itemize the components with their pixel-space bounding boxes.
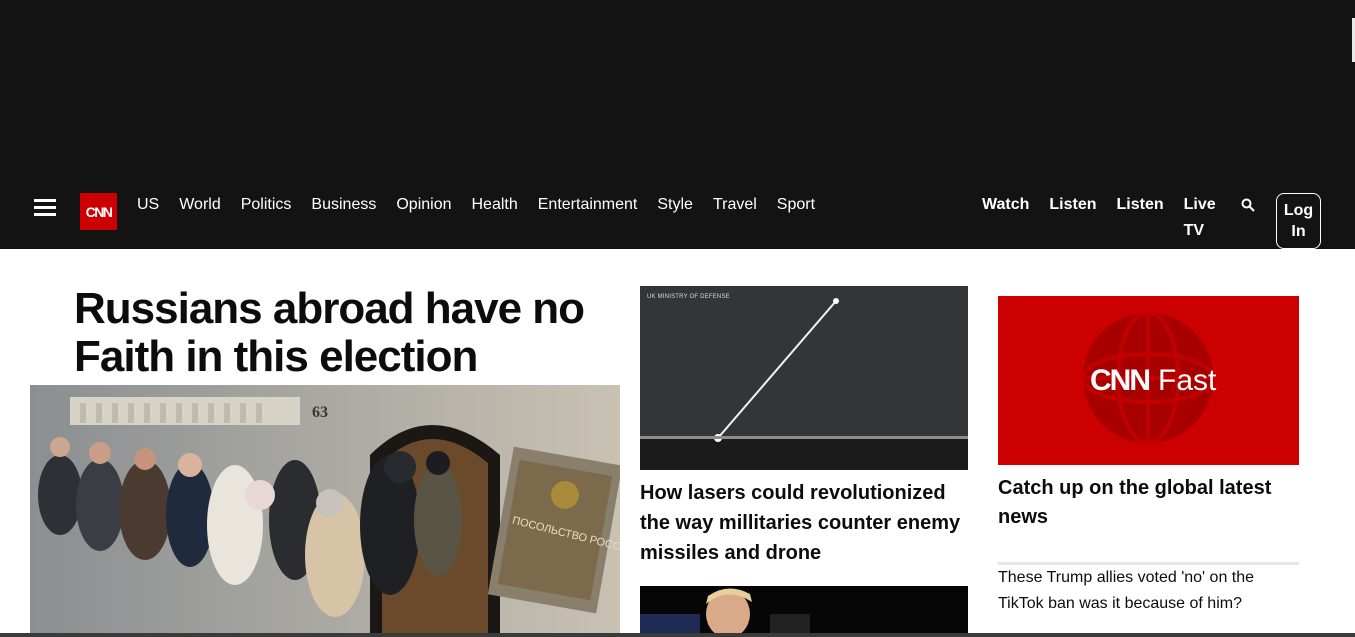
laser-story-title[interactable]: How lasers could revolutionized the way … xyxy=(640,478,968,568)
nav-link-listen[interactable]: Listen xyxy=(1049,195,1096,244)
cnn-fast-title[interactable]: Catch up on the global latest news xyxy=(998,474,1298,532)
logo-text: CNN xyxy=(85,203,113,220)
nav-link-entertainment[interactable]: Entertainment xyxy=(538,195,638,215)
embassy-queue-photo: ПОСОЛЬСТВО РОССИЙСКОЙ ФЕДЕРАЦИИ 63 xyxy=(30,385,620,634)
nav-link-health[interactable]: Health xyxy=(472,195,518,215)
trump-photo xyxy=(640,586,968,637)
nav-link-travel[interactable]: Travel xyxy=(713,195,757,215)
laser-story-image[interactable]: UK MINISTRY OF DEFENSE xyxy=(640,286,968,470)
lead-headline[interactable]: Russians abroad have no Faith in this el… xyxy=(74,285,604,381)
advertisement-area xyxy=(0,0,1355,180)
laser-photo xyxy=(640,286,968,470)
hamburger-icon[interactable] xyxy=(34,199,56,217)
nav-link-opinion[interactable]: Opinion xyxy=(396,195,451,215)
login-button[interactable]: Log In xyxy=(1276,193,1321,249)
nav-link-listen-2[interactable]: Listen xyxy=(1117,195,1164,244)
image-credit: UK MINISTRY OF DEFENSE xyxy=(647,294,730,300)
nav-link-live-tv[interactable]: Live TV xyxy=(1184,192,1220,244)
bottom-edge xyxy=(0,633,1355,637)
nav-link-business[interactable]: Business xyxy=(311,195,376,215)
nav-link-us[interactable]: US xyxy=(137,195,159,215)
lead-story-image[interactable]: ПОСОЛЬСТВО РОССИЙСКОЙ ФЕДЕРАЦИИ 63 xyxy=(30,385,620,634)
cnn-fast-promo[interactable]: CNN Fast xyxy=(998,296,1299,465)
cnn-logo[interactable]: CNN xyxy=(80,193,117,230)
nav-link-sport[interactable]: Sport xyxy=(777,195,815,215)
trump-tiktok-story[interactable]: These Trump allies voted 'no' on the Tik… xyxy=(998,565,1298,617)
trump-story-image[interactable] xyxy=(640,586,968,637)
fast-logo-cnn: CNN xyxy=(1090,364,1149,397)
house-number: 63 xyxy=(312,404,328,421)
fast-logo-fast: Fast xyxy=(1158,364,1217,397)
cnn-fast-logo: CNN Fast xyxy=(998,296,1299,465)
utility-nav: Watch Listen Listen Live TV xyxy=(982,195,1240,244)
nav-link-world[interactable]: World xyxy=(179,195,221,215)
nav-link-politics[interactable]: Politics xyxy=(241,195,292,215)
nav-link-watch[interactable]: Watch xyxy=(982,195,1029,244)
section-nav: US World Politics Business Opinion Healt… xyxy=(137,195,815,215)
search-icon[interactable] xyxy=(1241,198,1255,212)
nav-link-style[interactable]: Style xyxy=(657,195,693,215)
